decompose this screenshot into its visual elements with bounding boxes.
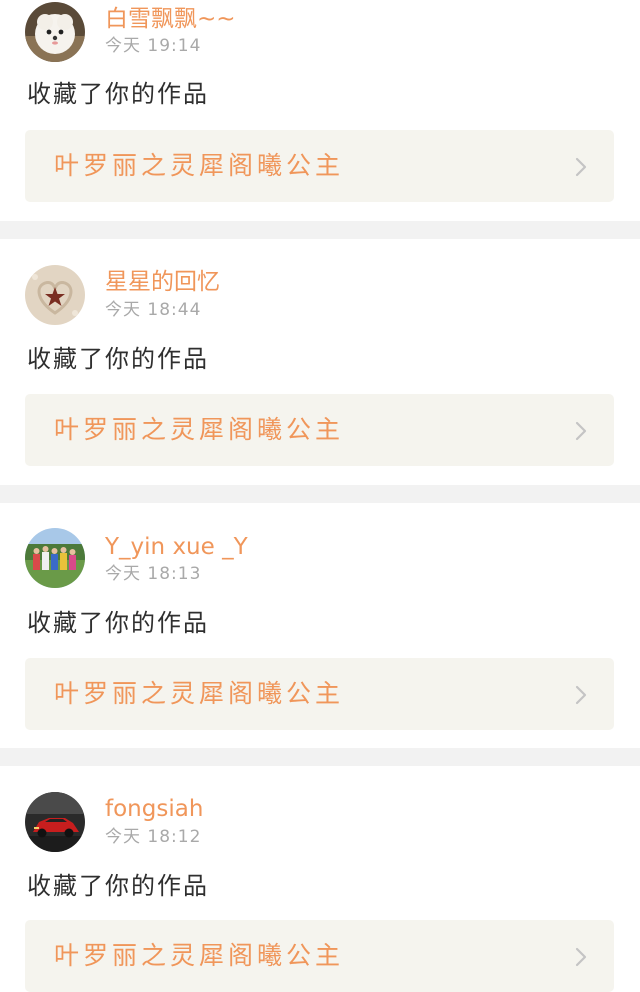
divider (0, 748, 640, 766)
notification-card: 星星的回忆 今天 18:44 收藏了你的作品 叶罗丽之灵犀阁曦公主 (0, 239, 640, 466)
timestamp: 今天 19:14 (105, 36, 202, 56)
chevron-right-icon (575, 947, 587, 967)
chevron-right-icon (575, 685, 587, 705)
chevron-right-icon (575, 157, 587, 177)
divider (0, 485, 640, 503)
group-photo-avatar-icon (25, 528, 85, 588)
work-title: 叶罗丽之灵犀阁曦公主 (54, 941, 345, 970)
username[interactable]: fongsiah (105, 794, 203, 824)
action-text: 收藏了你的作品 (27, 609, 209, 637)
timestamp: 今天 18:12 (105, 827, 202, 847)
work-title: 叶罗丽之灵犀阁曦公主 (54, 415, 345, 444)
timestamp: 今天 18:44 (105, 300, 202, 320)
work-link[interactable]: 叶罗丽之灵犀阁曦公主 (25, 920, 614, 992)
divider (0, 221, 640, 239)
action-text: 收藏了你的作品 (27, 80, 209, 108)
username[interactable]: 星星的回忆 (105, 267, 220, 297)
chevron-right-icon (575, 421, 587, 441)
action-text: 收藏了你的作品 (27, 872, 209, 900)
avatar[interactable] (25, 792, 85, 852)
notification-card: 白雪飘飘~~ 今天 19:14 收藏了你的作品 叶罗丽之灵犀阁曦公主 (0, 0, 640, 220)
work-title: 叶罗丽之灵犀阁曦公主 (54, 679, 345, 708)
work-link[interactable]: 叶罗丽之灵犀阁曦公主 (25, 130, 614, 202)
red-car-avatar-icon (25, 792, 85, 852)
work-title: 叶罗丽之灵犀阁曦公主 (54, 151, 345, 180)
sand-heart-star-avatar-icon (25, 265, 85, 325)
action-text: 收藏了你的作品 (27, 345, 209, 373)
timestamp: 今天 18:13 (105, 564, 202, 584)
notification-card: fongsiah 今天 18:12 收藏了你的作品 叶罗丽之灵犀阁曦公主 (0, 766, 640, 992)
notification-card: Y_yin xue _Y 今天 18:13 收藏了你的作品 叶罗丽之灵犀阁曦公主 (0, 503, 640, 730)
avatar[interactable] (25, 265, 85, 325)
username[interactable]: Y_yin xue _Y (105, 532, 248, 562)
work-link[interactable]: 叶罗丽之灵犀阁曦公主 (25, 394, 614, 466)
work-link[interactable]: 叶罗丽之灵犀阁曦公主 (25, 658, 614, 730)
username[interactable]: 白雪飘飘~~ (105, 4, 236, 34)
white-puppy-avatar-icon (25, 2, 85, 62)
avatar[interactable] (25, 528, 85, 588)
avatar[interactable] (25, 2, 85, 62)
